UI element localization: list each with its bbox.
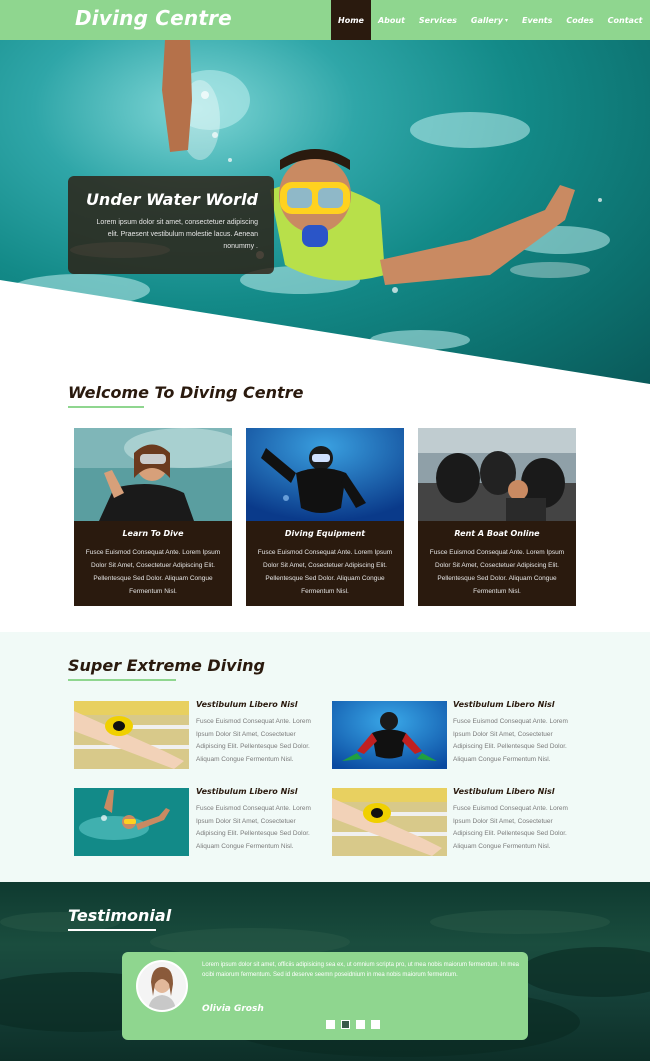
card-text: Fusce Euismod Consequat Ante. Lorem Ipsu… xyxy=(429,549,565,595)
hero-title: Under Water World xyxy=(85,190,258,209)
main-nav: Home About Services Gallery ▾ Events Code… xyxy=(331,0,650,40)
carousel-dot[interactable] xyxy=(326,1020,335,1029)
extreme-underline xyxy=(68,679,176,681)
hero-text: Lorem ipsum dolor sit amet, consectetuer… xyxy=(96,219,258,250)
testimonial-text: Lorem ipsum dolor sit amet, officiis adi… xyxy=(202,962,520,978)
extreme-item-text: Fusce Euismod Consequat Ante. Lorem Ipsu… xyxy=(453,718,568,763)
testimonial-author: Olivia Grosh xyxy=(202,1004,264,1014)
extreme-item-title: Vestibulum Libero Nisl xyxy=(453,787,555,796)
chevron-down-icon: ▾ xyxy=(504,16,508,24)
extreme-item-text: Fusce Euismod Consequat Ante. Lorem Ipsu… xyxy=(196,718,311,763)
rent-a-boat-photo xyxy=(418,428,576,521)
extreme-item-text: Fusce Euismod Consequat Ante. Lorem Ipsu… xyxy=(196,805,311,850)
service-card[interactable]: Rent A Boat Online Fusce Euismod Consequ… xyxy=(418,428,576,606)
welcome-underline xyxy=(68,406,144,408)
diving-equipment-photo xyxy=(246,428,404,521)
scuba-diver-photo[interactable] xyxy=(332,701,447,769)
testimonial-section: Testimonial Lorem ipsum dolor sit amet, … xyxy=(0,882,650,1061)
extreme-title: Super Extreme Diving xyxy=(68,656,265,675)
testimonial-title: Testimonial xyxy=(68,906,172,925)
testimonial-underline xyxy=(68,929,156,931)
hero-caption-box: Under Water World Lorem ipsum dolor sit … xyxy=(68,176,274,274)
extreme-item-title: Vestibulum Libero Nisl xyxy=(453,700,555,709)
testimonial-card: Lorem ipsum dolor sit amet, officiis adi… xyxy=(122,952,528,1040)
site-header: Diving Centre Home About Services Galler… xyxy=(0,0,650,40)
carousel-dot[interactable] xyxy=(371,1020,380,1029)
nav-gallery[interactable]: Gallery ▾ xyxy=(464,0,515,40)
welcome-title: Welcome To Diving Centre xyxy=(68,383,304,402)
card-text: Fusce Euismod Consequat Ante. Lorem Ipsu… xyxy=(85,549,221,595)
extreme-item-text: Fusce Euismod Consequat Ante. Lorem Ipsu… xyxy=(453,805,568,850)
card-title: Learn To Dive xyxy=(122,529,184,538)
open-water-swimmer-photo[interactable] xyxy=(74,788,189,856)
nav-services[interactable]: Services xyxy=(412,0,464,40)
learn-to-dive-photo xyxy=(74,428,232,521)
carousel-dot-active[interactable] xyxy=(341,1020,350,1029)
nav-gallery-label: Gallery xyxy=(470,15,503,25)
pool-swimmer-photo-2[interactable] xyxy=(332,788,447,856)
card-title: Diving Equipment xyxy=(284,529,366,538)
nav-home[interactable]: Home xyxy=(331,0,371,40)
avatar xyxy=(136,960,188,1012)
service-card[interactable]: Learn To Dive Fusce Euismod Consequat An… xyxy=(74,428,232,606)
extreme-item-title: Vestibulum Libero Nisl xyxy=(196,700,298,709)
nav-events[interactable]: Events xyxy=(515,0,559,40)
nav-contact[interactable]: Contact xyxy=(601,0,650,40)
hero-banner: Under Water World Lorem ipsum dolor sit … xyxy=(0,40,650,384)
card-title: Rent A Boat Online xyxy=(454,529,540,538)
pool-swimmer-photo[interactable] xyxy=(74,701,189,769)
nav-about[interactable]: About xyxy=(371,0,412,40)
card-text: Fusce Euismod Consequat Ante. Lorem Ipsu… xyxy=(257,549,393,595)
extreme-item-title: Vestibulum Libero Nisl xyxy=(196,787,298,796)
carousel-dot[interactable] xyxy=(356,1020,365,1029)
carousel-dots xyxy=(326,1020,380,1029)
site-logo[interactable]: Diving Centre xyxy=(75,6,232,30)
nav-codes[interactable]: Codes xyxy=(559,0,600,40)
service-card[interactable]: Diving Equipment Fusce Euismod Consequat… xyxy=(246,428,404,606)
